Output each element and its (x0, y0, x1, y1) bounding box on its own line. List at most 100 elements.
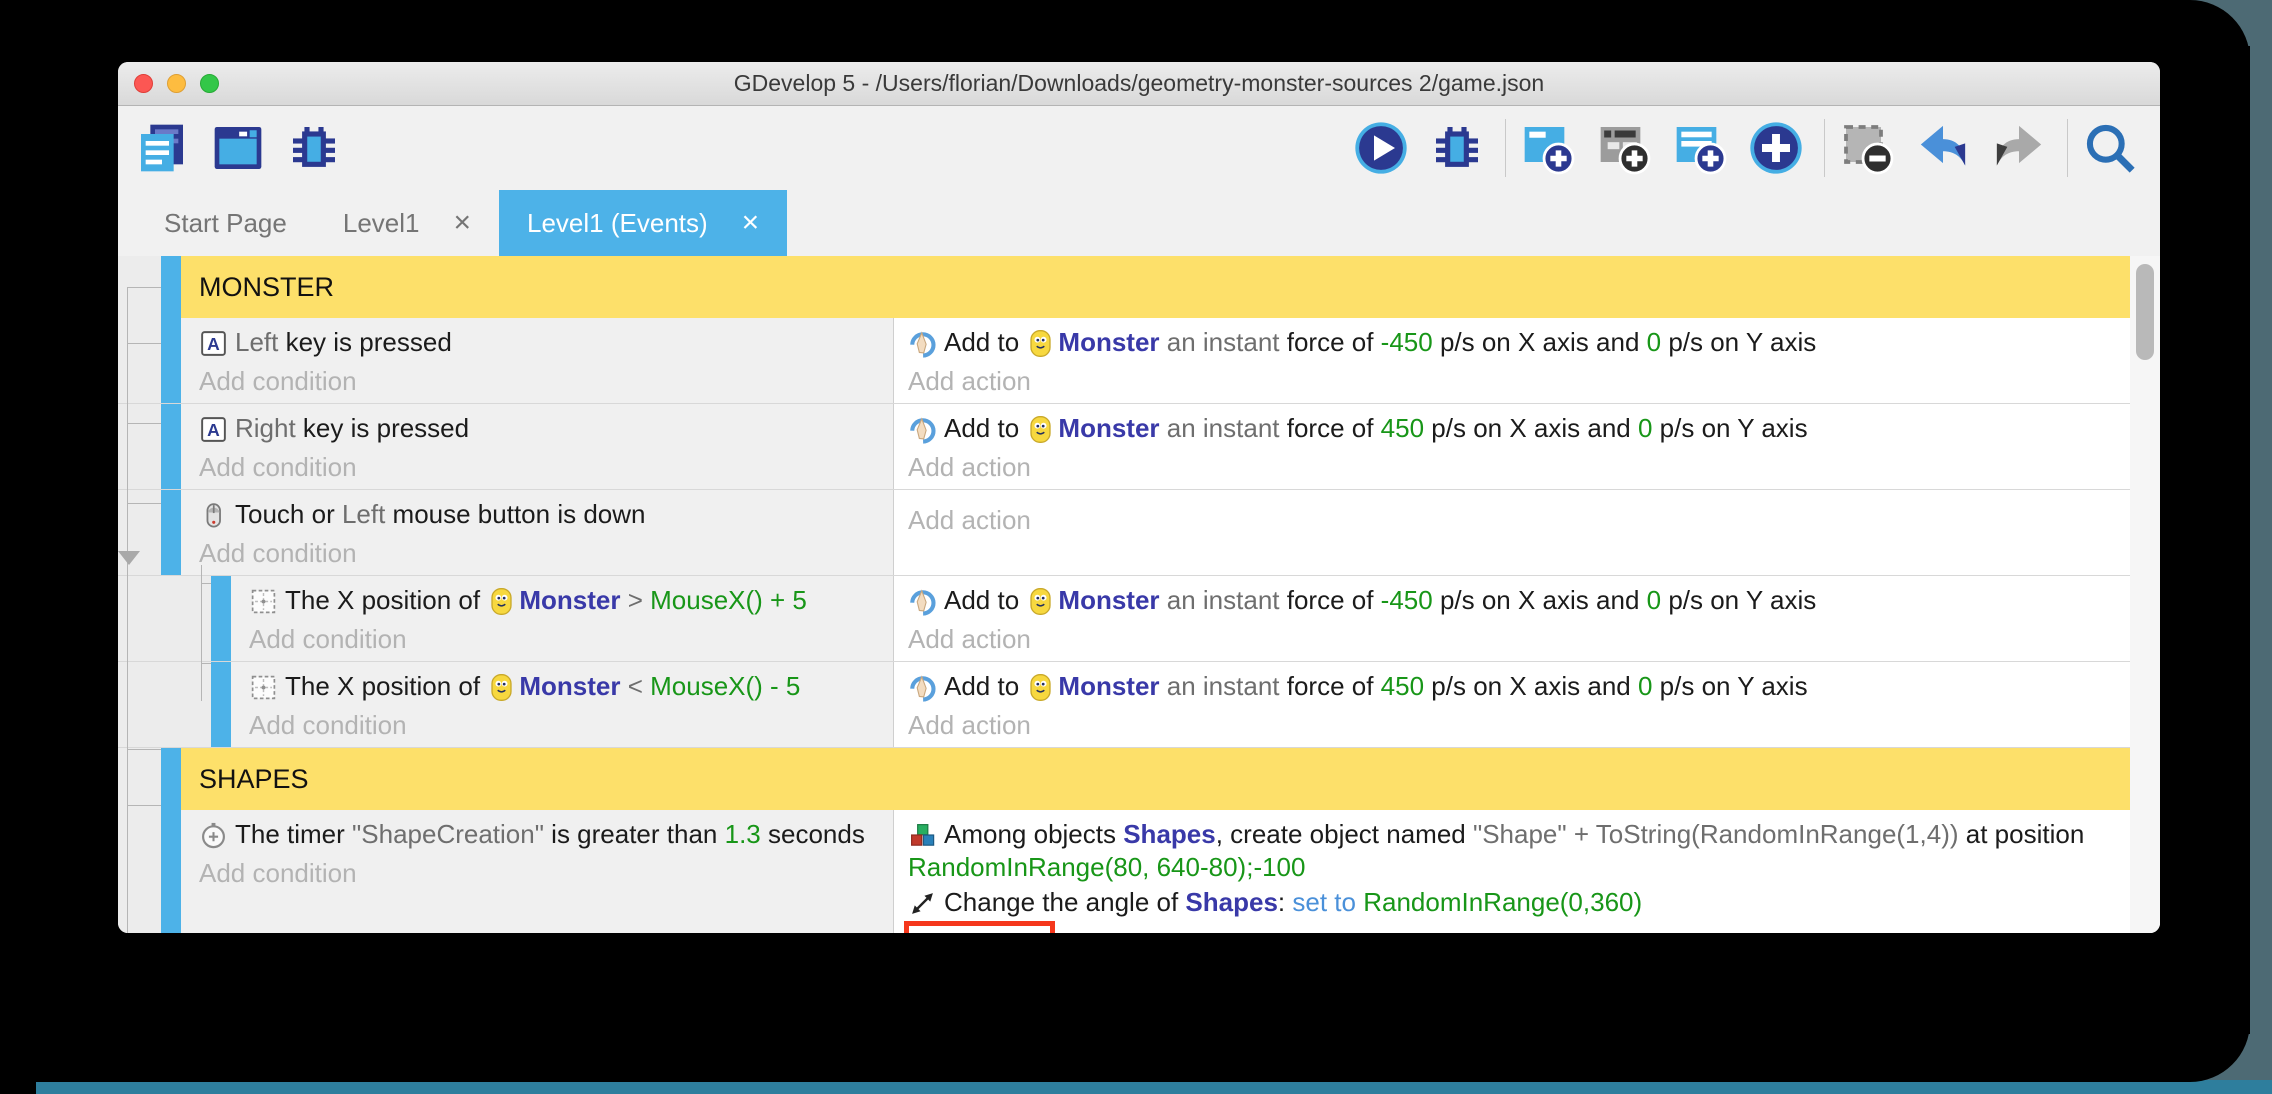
action-text-segment: an instant (1160, 585, 1287, 615)
debug-button[interactable] (288, 119, 346, 177)
action-text-segment: Monster (1058, 585, 1159, 615)
event-strip (161, 490, 181, 575)
action-text-segment: Change the angle of (944, 887, 1185, 917)
add-comment-button[interactable] (1674, 119, 1732, 177)
condition-line[interactable]: The X position of Monster < MouseX() - 5 (249, 670, 873, 703)
gdevelop-window: GDevelop 5 - /Users/florian/Downloads/ge… (118, 62, 2160, 933)
action-line[interactable]: Change the angle of Shapes: set to Rando… (908, 886, 2110, 919)
add-event-button[interactable] (1522, 119, 1580, 177)
condition-text-segment: MouseX() - 5 (650, 671, 800, 701)
titlebar: GDevelop 5 - /Users/florian/Downloads/ge… (118, 62, 2160, 106)
add-condition-placeholder[interactable]: Add condition (199, 365, 873, 397)
add-condition-placeholder[interactable]: Add condition (199, 537, 873, 569)
action-line[interactable]: Add to Monster an instant force of 450 p… (908, 412, 2110, 445)
condition-line[interactable]: Touch or Left mouse button is down (199, 498, 873, 531)
actions-cell: Among objects Shapes, create object name… (894, 810, 2130, 933)
tab-label: Level1 (343, 208, 420, 239)
add-action-placeholder[interactable]: Add action (908, 504, 2110, 536)
add-condition-placeholder[interactable]: Add condition (249, 709, 873, 741)
add-event-icon (1520, 120, 1576, 176)
redo-button[interactable] (1993, 119, 2051, 177)
tab-level1[interactable]: Level1 × (315, 190, 499, 256)
action-text-segment: 450 (1381, 413, 1424, 443)
add-action-placeholder[interactable]: Add action (908, 709, 2110, 741)
action-text-segment: p/s on Y axis (1661, 327, 1816, 357)
condition-line[interactable]: The timer "ShapeCreation" is greater tha… (199, 818, 873, 851)
condition-text-segment: Touch or (235, 499, 342, 529)
add-subevent-icon (1596, 120, 1652, 176)
event-group-row: SHAPES (118, 748, 2130, 810)
events-sheet: MONSTERALeft key is pressedAdd condition… (118, 256, 2160, 933)
add-subevent-button[interactable] (1598, 119, 1656, 177)
action-text-segment: Monster (1058, 327, 1159, 357)
hand-icon (908, 587, 937, 616)
add-condition-placeholder[interactable]: Add condition (249, 623, 873, 655)
close-tab-icon[interactable]: × (453, 206, 471, 240)
condition-text-segment: The timer (235, 819, 352, 849)
close-window-button[interactable] (134, 74, 153, 93)
condition-line[interactable]: The X position of Monster > MouseX() + 5 (249, 584, 873, 617)
monster-icon (489, 587, 514, 616)
add-action-placeholder[interactable]: Add action (908, 451, 2110, 483)
tab-start-page[interactable]: Start Page (136, 190, 315, 256)
scrollbar-thumb[interactable] (2136, 264, 2154, 360)
actions-cell: Add to Monster an instant force of 450 p… (894, 662, 2130, 747)
close-tab-icon[interactable]: × (742, 206, 760, 240)
action-text-segment: Add to (944, 585, 1026, 615)
condition-line[interactable]: ALeft key is pressed (199, 326, 873, 359)
condition-text-segment: Monster (519, 671, 620, 701)
add-action-placeholder[interactable]: Add action (908, 365, 2110, 397)
keyboard-icon: A (199, 415, 228, 444)
monster-icon (1028, 415, 1053, 444)
add-action-placeholder[interactable]: Add action (913, 927, 1036, 933)
monster-icon (489, 673, 514, 702)
event-row: The timer "ShapeCreation" is greater tha… (118, 810, 2130, 933)
action-text-segment: -450 (1381, 585, 1433, 615)
collapse-subevents-triangle-icon[interactable] (118, 551, 140, 565)
editors-window-button[interactable] (212, 119, 270, 177)
delete-selection-button[interactable] (1841, 119, 1899, 177)
condition-text-segment: Right (235, 413, 303, 443)
event-strip (161, 810, 181, 933)
event-group-header[interactable]: MONSTER (181, 256, 2130, 318)
tab-level1-events[interactable]: Level1 (Events) × (499, 190, 787, 256)
action-text-segment: p/s on X axis and (1424, 413, 1638, 443)
add-circle-icon (1748, 120, 1804, 176)
action-text-segment: p/s on Y axis (1652, 413, 1807, 443)
action-text-segment: 450 (1381, 671, 1424, 701)
add-circle-button[interactable] (1750, 119, 1808, 177)
condition-text-segment: Left (342, 499, 393, 529)
action-text-segment: 0 (1647, 585, 1661, 615)
scrollbar-track[interactable] (2130, 256, 2160, 933)
condition-text-segment: key is pressed (286, 327, 452, 357)
conditions-cell: Touch or Left mouse button is down Add co… (181, 490, 894, 575)
undo-button[interactable] (1917, 119, 1975, 177)
hand-icon (908, 673, 937, 702)
traffic-lights (134, 62, 219, 105)
action-text-segment: Among objects (944, 819, 1123, 849)
add-action-placeholder[interactable]: Add action (908, 623, 2110, 655)
debug-button[interactable] (1431, 119, 1489, 177)
add-condition-placeholder[interactable]: Add condition (199, 857, 873, 889)
project-manager-button[interactable] (136, 119, 194, 177)
action-line[interactable]: Among objects Shapes, create object name… (908, 818, 2110, 884)
action-text-segment: p/s on Y axis (1661, 585, 1816, 615)
minimize-window-button[interactable] (167, 74, 186, 93)
action-text-segment: , create object named (1216, 819, 1473, 849)
condition-line[interactable]: ARight key is pressed (199, 412, 873, 445)
action-text-segment: Monster (1058, 671, 1159, 701)
event-group-header[interactable]: SHAPES (181, 748, 2130, 810)
condition-text-segment: Left (235, 327, 286, 357)
action-text-segment: 0 (1638, 671, 1652, 701)
play-button[interactable] (1355, 119, 1413, 177)
action-line[interactable]: Add to Monster an instant force of -450 … (908, 584, 2110, 617)
action-line[interactable]: Add to Monster an instant force of -450 … (908, 326, 2110, 359)
timer-icon (199, 821, 228, 850)
search-button[interactable] (2084, 119, 2142, 177)
actions-cell: Add to Monster an instant force of -450 … (894, 576, 2130, 661)
action-line[interactable]: Add to Monster an instant force of 450 p… (908, 670, 2110, 703)
event-group-row: MONSTER (118, 256, 2130, 318)
hand-icon (908, 329, 937, 358)
zoom-window-button[interactable] (200, 74, 219, 93)
add-condition-placeholder[interactable]: Add condition (199, 451, 873, 483)
